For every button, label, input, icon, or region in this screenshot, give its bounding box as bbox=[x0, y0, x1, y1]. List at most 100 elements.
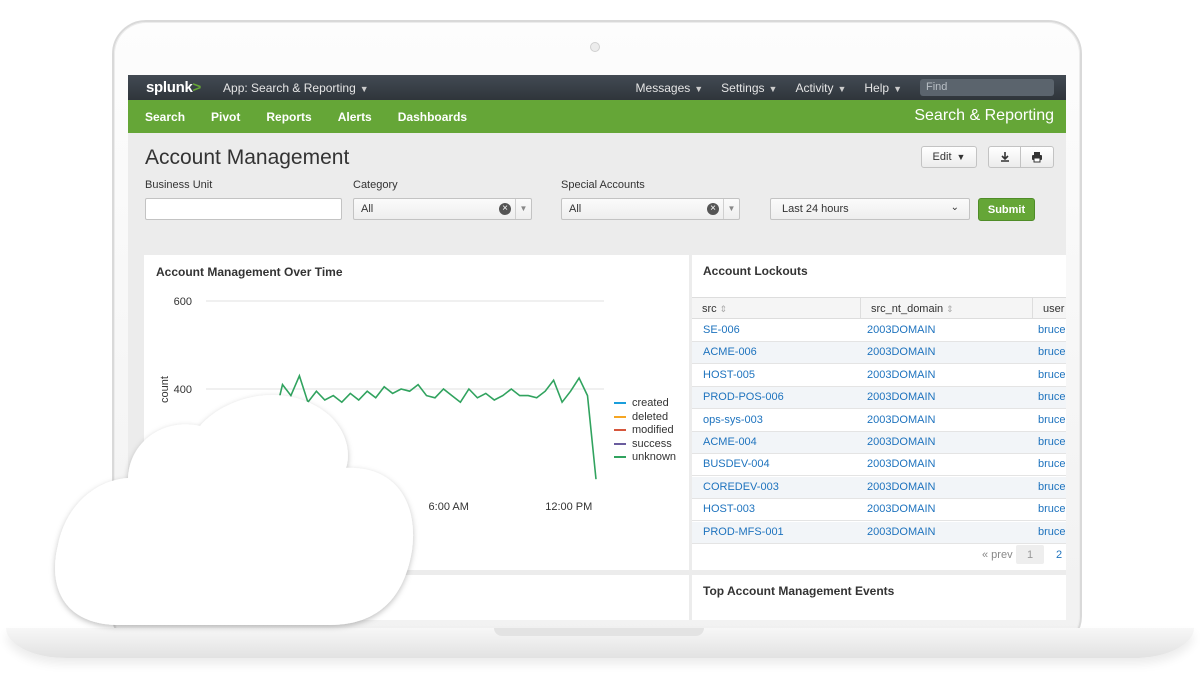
business-unit-input[interactable] bbox=[145, 198, 342, 220]
column-header-domain[interactable]: src_nt_domain ⇕ bbox=[860, 297, 1033, 319]
camera-icon bbox=[590, 42, 600, 52]
splunk-logo[interactable]: splunk> bbox=[146, 79, 201, 96]
legend-item-success[interactable]: success bbox=[614, 438, 672, 450]
cell-user[interactable]: bruce bbox=[1038, 324, 1066, 336]
chevron-down-icon: ▼ bbox=[359, 83, 369, 94]
chevron-down-icon: ▼ bbox=[837, 83, 847, 94]
column-header-src[interactable]: src ⇕ bbox=[692, 297, 861, 319]
laptop-base-notch bbox=[494, 628, 704, 636]
cell-domain[interactable]: 2003DOMAIN bbox=[867, 414, 935, 426]
nav-search[interactable]: Search bbox=[145, 110, 185, 124]
submit-button[interactable]: Submit bbox=[978, 198, 1035, 221]
nav-reports[interactable]: Reports bbox=[266, 110, 311, 124]
series-line-unknown[interactable] bbox=[273, 373, 597, 480]
cell-user[interactable]: bruce bbox=[1038, 503, 1066, 515]
sort-icon: ⇕ bbox=[946, 304, 954, 314]
special-accounts-select[interactable]: All × ▼ bbox=[561, 198, 740, 220]
table-row[interactable]: HOST-003 2003DOMAIN bruce bbox=[692, 499, 1066, 522]
cell-domain[interactable]: 2003DOMAIN bbox=[867, 436, 935, 448]
table-row[interactable]: ACME-006 2003DOMAIN bruce bbox=[692, 342, 1066, 365]
table-row[interactable]: ops-sys-003 2003DOMAIN bruce bbox=[692, 410, 1066, 432]
cell-user[interactable]: bruce bbox=[1038, 481, 1066, 493]
table-row[interactable]: PROD-MFS-001 2003DOMAIN bruce bbox=[692, 521, 1066, 544]
line-chart: 600 400count 6:00 AM 12:00 PM bbox=[159, 296, 604, 513]
app-menu[interactable]: App: Search & Reporting ▼ bbox=[223, 81, 369, 95]
chevron-down-icon: ▼ bbox=[768, 83, 778, 94]
page-title: Account Management bbox=[145, 146, 350, 169]
printer-icon bbox=[1032, 152, 1042, 163]
cell-user[interactable]: bruce bbox=[1038, 346, 1066, 358]
nav-dashboards[interactable]: Dashboards bbox=[398, 110, 467, 124]
cell-domain[interactable]: 2003DOMAIN bbox=[867, 324, 935, 336]
cell-src[interactable]: ops-sys-003 bbox=[703, 414, 763, 426]
nav-pivot[interactable]: Pivot bbox=[211, 110, 240, 124]
table-row[interactable]: BUSDEV-004 2003DOMAIN bruce bbox=[692, 454, 1066, 477]
find-input[interactable]: Find bbox=[920, 79, 1054, 96]
y-axis-label: count bbox=[159, 376, 171, 403]
cell-src[interactable]: BUSDEV-004 bbox=[703, 458, 770, 470]
cell-user[interactable]: bruce bbox=[1038, 414, 1066, 426]
help-menu[interactable]: Help ▼ bbox=[864, 81, 902, 95]
table-row[interactable]: COREDEV-003 2003DOMAIN bruce bbox=[692, 476, 1066, 499]
bottom-left-panel bbox=[144, 575, 689, 620]
activity-menu[interactable]: Activity ▼ bbox=[795, 81, 846, 95]
clear-icon[interactable]: × bbox=[707, 203, 719, 215]
edit-button[interactable]: Edit ▼ bbox=[921, 146, 977, 168]
category-select[interactable]: All × ▼ bbox=[353, 198, 532, 220]
cell-src[interactable]: PROD-POS-006 bbox=[703, 391, 784, 403]
table-row[interactable]: ACME-004 2003DOMAIN bruce bbox=[692, 432, 1066, 454]
legend-swatch bbox=[614, 429, 626, 432]
x-tick-label: 6:00 AM bbox=[429, 501, 469, 513]
chevron-down-icon: ▼ bbox=[956, 152, 966, 162]
cell-domain[interactable]: 2003DOMAIN bbox=[867, 369, 935, 381]
legend-label: created bbox=[632, 397, 669, 409]
clear-icon[interactable]: × bbox=[499, 203, 511, 215]
messages-menu[interactable]: Messages ▼ bbox=[636, 81, 704, 95]
cell-src[interactable]: ACME-006 bbox=[703, 346, 757, 358]
chart-panel-title: Account Management Over Time bbox=[156, 265, 343, 279]
cell-domain[interactable]: 2003DOMAIN bbox=[867, 458, 935, 470]
legend-item-modified[interactable]: modified bbox=[614, 424, 674, 436]
cell-domain[interactable]: 2003DOMAIN bbox=[867, 391, 935, 403]
nav-alerts[interactable]: Alerts bbox=[338, 110, 372, 124]
x-tick-label: 12:00 PM bbox=[545, 501, 592, 513]
lockouts-panel-title: Account Lockouts bbox=[703, 264, 808, 278]
cell-src[interactable]: ACME-004 bbox=[703, 436, 757, 448]
export-button[interactable] bbox=[988, 146, 1021, 168]
table-row[interactable]: SE-006 2003DOMAIN bruce bbox=[692, 320, 1066, 342]
chevron-down-icon: ⌄ bbox=[950, 202, 959, 213]
sort-icon: ⇕ bbox=[719, 304, 728, 314]
pager-page-2[interactable]: 2 bbox=[1056, 549, 1062, 561]
cell-domain[interactable]: 2003DOMAIN bbox=[867, 346, 935, 358]
cell-src[interactable]: HOST-005 bbox=[703, 369, 755, 381]
download-icon bbox=[1000, 152, 1009, 162]
legend-item-created[interactable]: created bbox=[614, 397, 669, 409]
cell-user[interactable]: bruce bbox=[1038, 436, 1066, 448]
cell-domain[interactable]: 2003DOMAIN bbox=[867, 526, 935, 538]
pager-page-1[interactable]: 1 bbox=[1016, 545, 1044, 564]
cell-domain[interactable]: 2003DOMAIN bbox=[867, 481, 935, 493]
pager-prev[interactable]: « prev bbox=[982, 549, 1013, 561]
settings-menu[interactable]: Settings ▼ bbox=[721, 81, 777, 95]
cell-user[interactable]: bruce bbox=[1038, 369, 1066, 381]
cell-src[interactable]: COREDEV-003 bbox=[703, 481, 779, 493]
time-range-picker[interactable]: Last 24 hours ⌄ bbox=[770, 198, 970, 220]
cell-domain[interactable]: 2003DOMAIN bbox=[867, 503, 935, 515]
table-row[interactable]: HOST-005 2003DOMAIN bruce bbox=[692, 365, 1066, 387]
print-button[interactable] bbox=[1020, 146, 1054, 168]
app-bar: Search Pivot Reports Alerts Dashboards S… bbox=[128, 100, 1066, 133]
legend-item-unknown[interactable]: unknown bbox=[614, 451, 676, 463]
cell-user[interactable]: bruce bbox=[1038, 526, 1066, 538]
chevron-down-icon: ▼ bbox=[893, 83, 902, 94]
legend-item-deleted[interactable]: deleted bbox=[614, 411, 668, 423]
cell-user[interactable]: bruce bbox=[1038, 391, 1066, 403]
cell-src[interactable]: HOST-003 bbox=[703, 503, 755, 515]
cell-src[interactable]: PROD-MFS-001 bbox=[703, 526, 784, 538]
cell-user[interactable]: bruce bbox=[1038, 458, 1066, 470]
legend-swatch bbox=[614, 415, 626, 418]
table-row[interactable]: PROD-POS-006 2003DOMAIN bruce bbox=[692, 387, 1066, 410]
column-header-user[interactable]: user bbox=[1032, 297, 1066, 319]
legend-label: deleted bbox=[632, 410, 669, 423]
cell-src[interactable]: SE-006 bbox=[703, 324, 740, 336]
legend-swatch bbox=[614, 442, 626, 445]
